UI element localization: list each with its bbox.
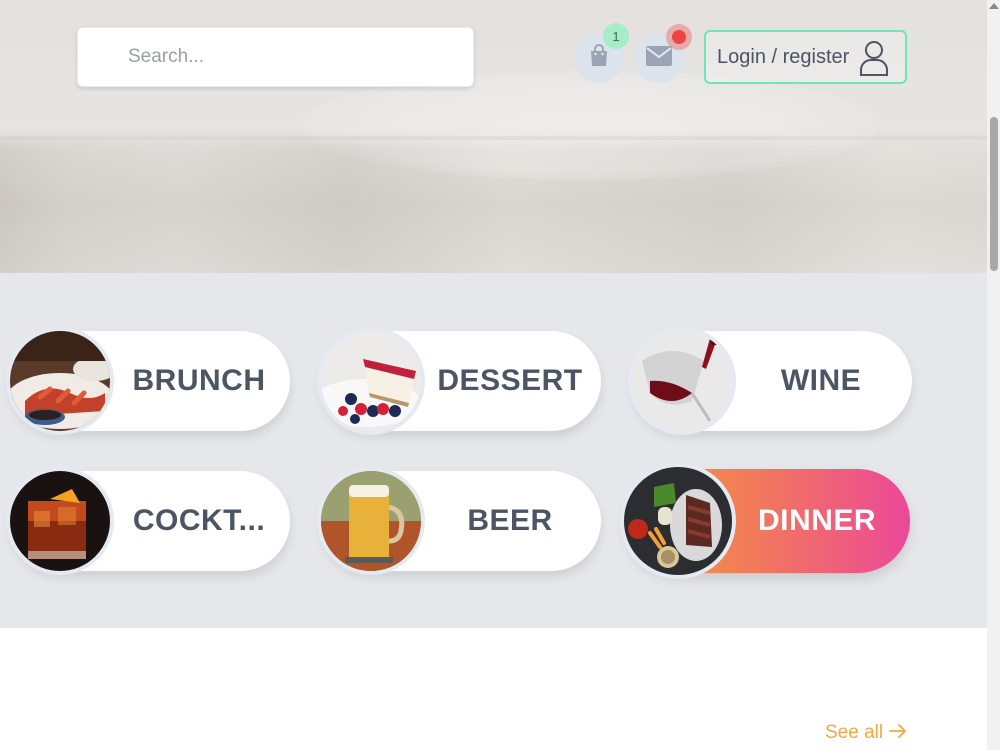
category-brunch[interactable]: BRUNCH <box>10 331 290 431</box>
cart-count-badge: 1 <box>603 23 629 49</box>
notification-dot <box>666 24 692 50</box>
search-box[interactable] <box>77 27 474 87</box>
see-all-label: See all <box>825 722 884 743</box>
category-label: WINE <box>780 364 862 397</box>
notification-dot-inner <box>672 30 686 44</box>
page-scrollbar[interactable] <box>987 0 1000 750</box>
shopping-bag-icon <box>588 43 610 73</box>
login-register-label: Login / register <box>717 45 850 68</box>
see-all-link[interactable]: See all <box>825 722 907 744</box>
category-label: DINNER <box>757 504 876 537</box>
category-label: COCKT... <box>132 504 266 537</box>
arrow-right-icon <box>883 722 907 744</box>
category-dinner[interactable]: DINNER <box>624 467 910 575</box>
brunch-photo <box>10 331 110 431</box>
scroll-up-arrow-icon[interactable] <box>989 3 999 9</box>
category-cocktail[interactable]: COCKT... <box>10 471 290 571</box>
scrollbar-thumb[interactable] <box>990 117 998 271</box>
category-dessert[interactable]: DESSERT <box>321 331 601 431</box>
wine-photo <box>632 331 732 431</box>
category-section <box>0 273 987 628</box>
dinner-photo <box>624 467 732 575</box>
envelope-icon <box>646 45 672 71</box>
cocktail-photo <box>10 471 110 571</box>
beer-photo <box>321 471 421 571</box>
dessert-photo <box>321 331 421 431</box>
category-label: BEER <box>467 504 553 537</box>
search-input[interactable] <box>78 28 473 86</box>
category-wine[interactable]: WINE <box>632 331 912 431</box>
category-beer[interactable]: BEER <box>321 471 601 571</box>
hero-veil <box>0 136 987 273</box>
category-label: DESSERT <box>437 364 583 397</box>
category-label: BRUNCH <box>132 364 266 397</box>
login-register-button[interactable]: Login / register <box>704 30 907 84</box>
